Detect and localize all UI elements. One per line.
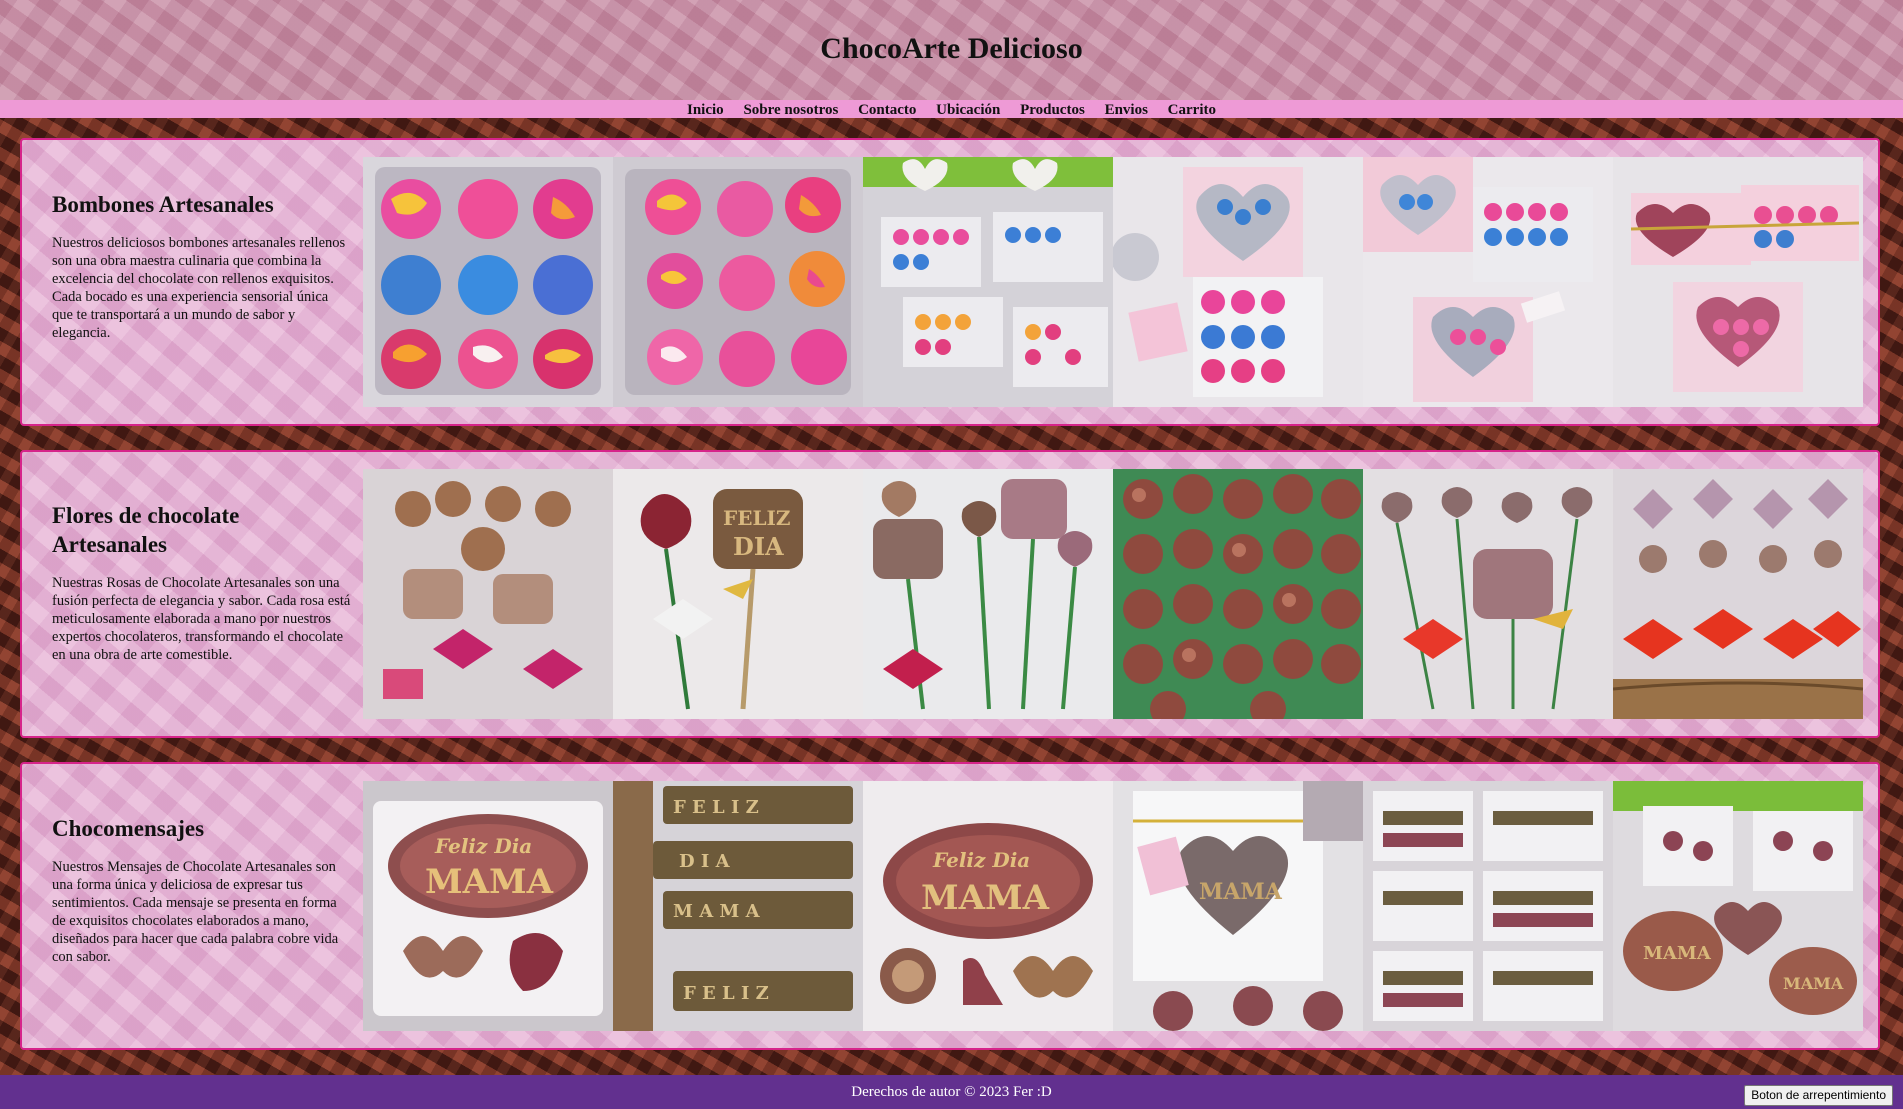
main-content: Bombones Artesanales Nuestros deliciosos…: [0, 118, 1903, 1075]
section-title: Chocomensajes: [52, 816, 205, 841]
chocolate-flowers-photo[interactable]: [1363, 469, 1613, 719]
nav-link-contacto[interactable]: Contacto: [858, 100, 916, 120]
product-section-bombones: Bombones Artesanales Nuestros deliciosos…: [20, 138, 1880, 426]
svg-text:MAMA: MAMA: [921, 878, 1050, 918]
site-title: ChocoArte Delicioso: [820, 32, 1083, 65]
nav-link-carrito[interactable]: Carrito: [1168, 100, 1216, 120]
svg-text:MAMA: MAMA: [1199, 879, 1283, 905]
svg-text:D I A: D I A: [679, 851, 731, 872]
copyright-text: Derechos de autor © 2023 Fer :D: [851, 1084, 1052, 1100]
section-description: Nuestras Rosas de Chocolate Artesanales …: [52, 575, 351, 663]
heart-box-photo[interactable]: MAMA: [1113, 781, 1363, 1031]
svg-text:M A M A: M A M A: [673, 901, 761, 922]
chocolate-message-boxes-photo[interactable]: MAMA MAMA: [1613, 781, 1863, 1031]
chocolate-letters-photo[interactable]: F E L I Z D I A M A M A F E L I Z: [613, 781, 863, 1031]
regret-button[interactable]: Boton de arrepentimiento: [1744, 1085, 1893, 1106]
gift-boxes-photo[interactable]: [1613, 157, 1863, 407]
gift-boxes-photo[interactable]: [1363, 157, 1613, 407]
main-nav: Inicio Sobre nosotros Contacto Ubicación…: [0, 100, 1903, 118]
svg-text:Feliz Dia: Feliz Dia: [932, 848, 1030, 872]
section-text: Bombones Artesanales Nuestros deliciosos…: [52, 140, 352, 342]
bonbon-boxes-photo[interactable]: [863, 157, 1113, 407]
chocolate-flowers-photo[interactable]: [863, 469, 1113, 719]
product-gallery: FELIZ DIA: [363, 469, 1863, 719]
nav-link-sobre-nosotros[interactable]: Sobre nosotros: [743, 100, 838, 120]
product-gallery: [363, 157, 1863, 407]
svg-text:Feliz Dia: Feliz Dia: [434, 834, 532, 858]
section-title: Flores de chocolate Artesanales: [52, 503, 240, 557]
bonbon-box-photo[interactable]: [613, 157, 863, 407]
section-text: Flores de chocolate Artesanales Nuestras…: [52, 452, 352, 664]
product-section-flores: Flores de chocolate Artesanales Nuestras…: [20, 450, 1880, 738]
svg-text:DIA: DIA: [733, 532, 784, 561]
svg-text:FELIZ: FELIZ: [723, 506, 790, 530]
site-footer: Derechos de autor © 2023 Fer :D Boton de…: [0, 1075, 1903, 1109]
section-description: Nuestros Mensajes de Chocolate Artesanal…: [52, 859, 339, 965]
svg-text:MAMA: MAMA: [1643, 943, 1712, 964]
bonbon-box-photo[interactable]: [363, 157, 613, 407]
nav-link-ubicacion[interactable]: Ubicación: [936, 100, 1000, 120]
svg-text:F E L I Z: F E L I Z: [683, 983, 769, 1004]
section-title: Bombones Artesanales: [52, 192, 274, 217]
chocolate-message-photo[interactable]: Feliz Dia MAMA: [363, 781, 613, 1031]
site-header: ChocoArte Delicioso: [0, 0, 1903, 100]
svg-text:MAMA: MAMA: [425, 862, 554, 902]
chocolate-message-photo[interactable]: Feliz Dia MAMA: [863, 781, 1113, 1031]
svg-text:F E L I Z: F E L I Z: [673, 797, 759, 818]
nav-link-productos[interactable]: Productos: [1020, 100, 1085, 120]
chocolate-rose-photo[interactable]: FELIZ DIA: [613, 469, 863, 719]
chocolate-butterflies-photo[interactable]: [1613, 469, 1863, 719]
product-section-chocomensajes: Chocomensajes Nuestros Mensajes de Choco…: [20, 762, 1880, 1050]
heart-box-photo[interactable]: [1113, 157, 1363, 407]
product-gallery: Feliz Dia MAMA F E L I ZD I AM A M AF E …: [363, 781, 1863, 1031]
section-description: Nuestros deliciosos bombones artesanales…: [52, 235, 346, 341]
svg-text:MAMA: MAMA: [1783, 974, 1844, 993]
section-text: Chocomensajes Nuestros Mensajes de Choco…: [52, 764, 352, 966]
nav-link-envios[interactable]: Envios: [1105, 100, 1148, 120]
chocolate-message-boxes-photo[interactable]: [1363, 781, 1613, 1031]
nav-link-inicio[interactable]: Inicio: [687, 100, 724, 120]
chocolate-flowers-photo[interactable]: [363, 469, 613, 719]
chocolate-roses-tray-photo[interactable]: [1113, 469, 1363, 719]
